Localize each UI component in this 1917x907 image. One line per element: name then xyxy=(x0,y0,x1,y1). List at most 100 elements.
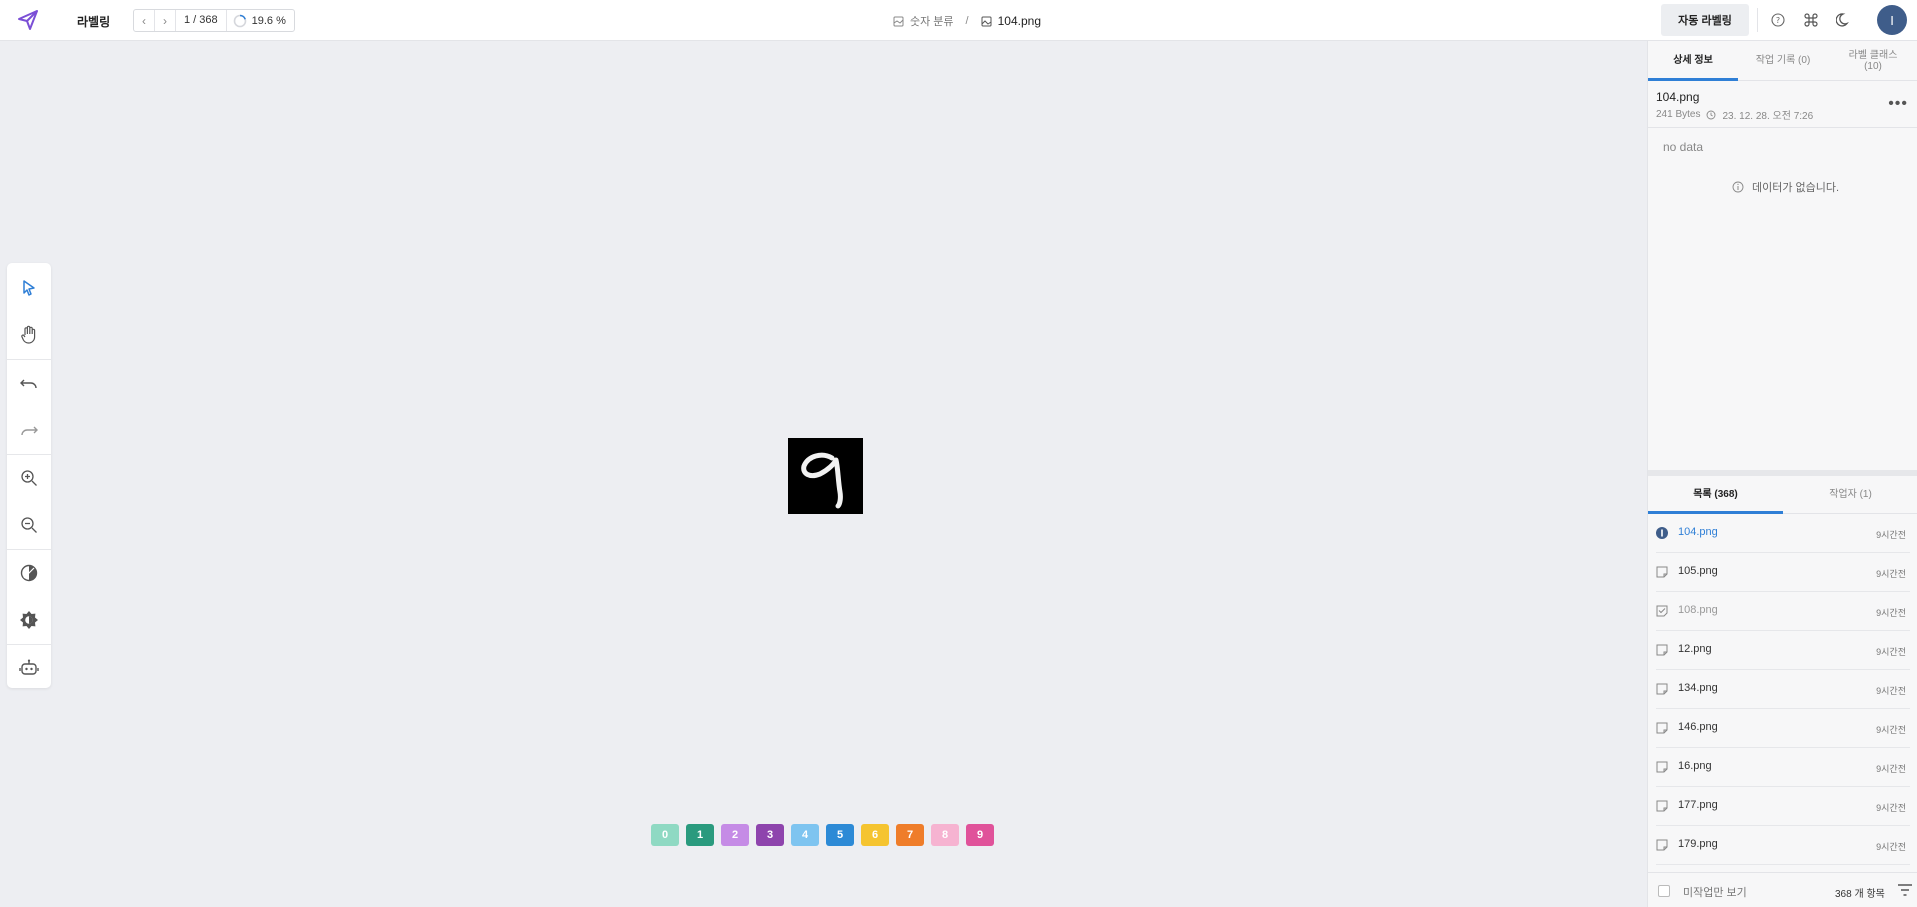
label-class-bar: 0123456789 xyxy=(651,824,994,846)
canvas-image[interactable] xyxy=(788,438,863,514)
zoom-out-button[interactable] xyxy=(7,502,51,548)
redo-button[interactable] xyxy=(7,407,51,453)
label-chip-4[interactable]: 4 xyxy=(791,824,819,846)
label-chip-5[interactable]: 5 xyxy=(826,824,854,846)
label-chip-6[interactable]: 6 xyxy=(861,824,889,846)
command-shortcut-icon[interactable] xyxy=(1802,11,1820,29)
app-logo-icon[interactable] xyxy=(16,8,40,32)
auto-label-robot-button[interactable] xyxy=(7,645,51,691)
label-chip-8[interactable]: 8 xyxy=(931,824,959,846)
note-icon xyxy=(1656,566,1668,578)
hand-pan-icon xyxy=(21,325,36,344)
note-icon xyxy=(1656,761,1668,773)
no-data-text: no data xyxy=(1663,140,1704,154)
redo-icon xyxy=(21,426,38,436)
list-item-time: 9시간전 xyxy=(1876,569,1906,579)
pan-tool-button[interactable] xyxy=(7,312,51,358)
list-footer: 미작업만 보기 368 개 항목 xyxy=(1648,872,1917,907)
select-tool-button[interactable] xyxy=(7,265,51,311)
dark-mode-moon-icon[interactable] xyxy=(1835,11,1853,29)
more-options-button[interactable]: ••• xyxy=(1888,95,1908,113)
list-item-name: 16.png xyxy=(1678,760,1712,772)
user-avatar[interactable]: I xyxy=(1877,5,1907,35)
note-icon xyxy=(1656,722,1668,734)
tab-work-history[interactable]: 작업 기록 (0) xyxy=(1738,41,1828,80)
note-icon xyxy=(1656,644,1668,656)
list-item[interactable]: 16.png 9시간전 xyxy=(1656,748,1910,787)
list-item[interactable]: 104.png 9시간전 xyxy=(1656,514,1910,553)
chevron-right-icon: › xyxy=(163,13,167,28)
label-chip-7[interactable]: 7 xyxy=(896,824,924,846)
list-item[interactable]: 12.png 9시간전 xyxy=(1656,631,1910,670)
list-item-name: 12.png xyxy=(1678,643,1712,655)
digit-image xyxy=(801,452,843,509)
tab-label-classes[interactable]: 라벨 클래스 (10) xyxy=(1828,41,1917,80)
list-item[interactable]: 177.png 9시간전 xyxy=(1656,787,1910,826)
list-item-time: 9시간전 xyxy=(1876,647,1906,657)
list-item-name: 179.png xyxy=(1678,838,1718,850)
zoom-in-button[interactable] xyxy=(7,455,51,501)
unworked-only-label[interactable]: 미작업만 보기 xyxy=(1683,884,1747,900)
unworked-only-checkbox[interactable] xyxy=(1658,885,1670,897)
list-item[interactable]: 105.png 9시간전 xyxy=(1656,553,1910,592)
note-icon xyxy=(1656,839,1668,851)
project-icon xyxy=(893,16,904,26)
tab-list[interactable]: 목록 (368) xyxy=(1648,476,1783,514)
progress-ring-icon xyxy=(233,14,246,27)
select-pointer-icon xyxy=(23,280,35,296)
list-item-name: 104.png xyxy=(1678,526,1718,538)
label-chip-3[interactable]: 3 xyxy=(756,824,784,846)
undo-icon xyxy=(20,379,37,389)
breadcrumb-file: 104.png xyxy=(997,14,1041,28)
robot-icon xyxy=(19,659,39,675)
list-item-time: 9시간전 xyxy=(1876,764,1906,774)
label-chip-2[interactable]: 2 xyxy=(721,824,749,846)
list-item-name: 134.png xyxy=(1678,682,1718,694)
chevron-left-icon: ‹ xyxy=(142,13,146,28)
contrast-icon xyxy=(20,564,38,582)
tab-details[interactable]: 상세 정보 xyxy=(1648,41,1738,81)
list-item-name: 105.png xyxy=(1678,565,1718,577)
label-chip-9[interactable]: 9 xyxy=(966,824,994,846)
top-header: 라벨링 ‹ › 1 / 368 19.6 % 숫자 분류 / 104.png 자… xyxy=(0,0,1917,41)
list-item[interactable]: 179.png 9시간전 xyxy=(1656,826,1910,865)
header-divider xyxy=(1757,8,1758,32)
tab-workers[interactable]: 작업자 (1) xyxy=(1783,476,1917,513)
zoom-in-icon xyxy=(21,470,37,486)
detail-tabs: 상세 정보 작업 기록 (0) 라벨 클래스 (10) xyxy=(1648,41,1917,81)
file-name: 104.png xyxy=(1656,90,1700,104)
auto-label-button[interactable]: 자동 라벨링 xyxy=(1661,4,1749,36)
label-chip-1[interactable]: 1 xyxy=(686,824,714,846)
list-item-time: 9시간전 xyxy=(1876,608,1906,618)
help-icon[interactable]: ? xyxy=(1769,11,1787,29)
image-counter[interactable]: 1 / 368 xyxy=(176,10,227,31)
file-info: 104.png 241 Bytes 23. 12. 28. 오전 7:26 ••… xyxy=(1648,82,1917,128)
more-dots-icon: ••• xyxy=(1888,95,1908,112)
progress-indicator: 19.6 % xyxy=(227,14,294,28)
breadcrumb-project[interactable]: 숫자 분류 xyxy=(910,13,954,29)
list-item-time: 9시간전 xyxy=(1876,530,1906,540)
file-meta: 241 Bytes 23. 12. 28. 오전 7:26 xyxy=(1656,107,1813,122)
filter-icon[interactable] xyxy=(1897,883,1913,897)
item-count: 368 개 항목 xyxy=(1835,889,1885,900)
image-file-icon xyxy=(981,16,992,26)
next-image-button[interactable]: › xyxy=(155,10,176,31)
right-panel: 상세 정보 작업 기록 (0) 라벨 클래스 (10) 104.png 241 … xyxy=(1647,41,1917,907)
brightness-button[interactable] xyxy=(7,597,51,643)
svg-text:?: ? xyxy=(1776,16,1780,25)
current-item-icon xyxy=(1656,527,1668,539)
list-item[interactable]: 108.png 9시간전 xyxy=(1656,592,1910,631)
list-item[interactable]: 134.png 9시간전 xyxy=(1656,670,1910,709)
brightness-icon xyxy=(20,611,38,629)
image-navigator: ‹ › 1 / 368 19.6 % xyxy=(133,9,295,32)
list-item-name: 108.png xyxy=(1678,604,1718,616)
empty-message: 데이터가 없습니다. xyxy=(1732,179,1839,195)
contrast-button[interactable] xyxy=(7,550,51,596)
undo-button[interactable] xyxy=(7,360,51,406)
prev-image-button[interactable]: ‹ xyxy=(134,10,155,31)
tool-palette xyxy=(7,263,51,688)
list-tabs: 목록 (368) 작업자 (1) xyxy=(1648,476,1917,514)
label-chip-0[interactable]: 0 xyxy=(651,824,679,846)
list-item-name: 146.png xyxy=(1678,721,1718,733)
list-item[interactable]: 146.png 9시간전 xyxy=(1656,709,1910,748)
